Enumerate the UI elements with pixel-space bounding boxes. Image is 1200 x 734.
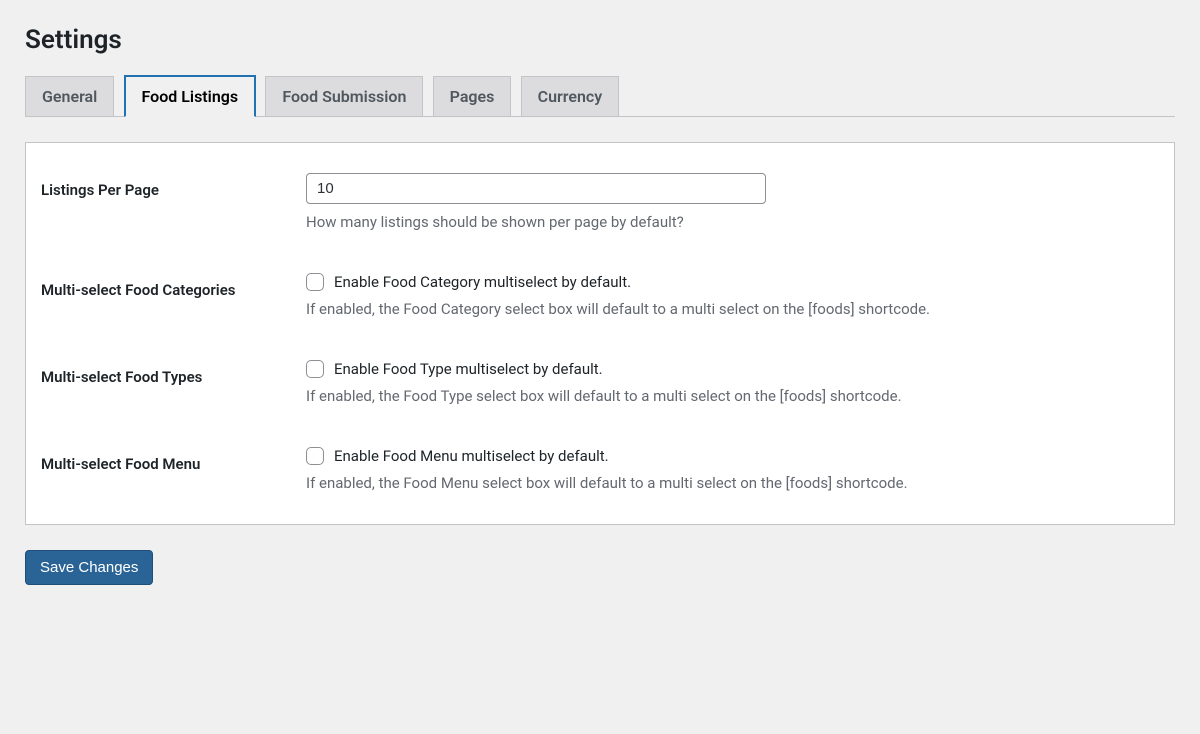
tab-food-submission[interactable]: Food Submission [265,76,423,116]
save-button[interactable]: Save Changes [25,550,153,585]
settings-form-table: Listings Per Page How many listings shou… [26,153,1174,514]
row-multi-select-categories: Multi-select Food Categories Enable Food… [26,253,1174,340]
description-multi-select-types: If enabled, the Food Type select box wil… [306,386,1159,407]
label-multi-select-types: Multi-select Food Types [26,340,306,427]
checkbox-label-multi-select-menu: Enable Food Menu multiselect by default. [334,447,609,465]
row-multi-select-types: Multi-select Food Types Enable Food Type… [26,340,1174,427]
row-listings-per-page: Listings Per Page How many listings shou… [26,153,1174,253]
checkbox-multi-select-types[interactable] [306,360,324,378]
input-listings-per-page[interactable] [306,173,766,204]
settings-page: Settings General Food Listings Food Subm… [0,0,1200,610]
tab-navigation: General Food Listings Food Submission Pa… [25,75,1175,117]
tab-pages[interactable]: Pages [433,76,512,116]
description-listings-per-page: How many listings should be shown per pa… [306,212,1159,233]
description-multi-select-menu: If enabled, the Food Menu select box wil… [306,473,1159,494]
label-listings-per-page: Listings Per Page [26,153,306,253]
settings-panel: Listings Per Page How many listings shou… [25,142,1175,525]
description-multi-select-categories: If enabled, the Food Category select box… [306,299,1159,320]
label-multi-select-categories: Multi-select Food Categories [26,253,306,340]
checkbox-label-multi-select-types: Enable Food Type multiselect by default. [334,360,603,378]
checkbox-multi-select-menu[interactable] [306,447,324,465]
row-multi-select-menu: Multi-select Food Menu Enable Food Menu … [26,427,1174,514]
tab-currency[interactable]: Currency [521,76,620,116]
checkbox-multi-select-categories[interactable] [306,273,324,291]
checkbox-label-multi-select-categories: Enable Food Category multiselect by defa… [334,273,631,291]
tab-food-listings[interactable]: Food Listings [124,75,257,117]
page-title: Settings [25,10,1175,55]
tab-general[interactable]: General [25,76,114,116]
label-multi-select-menu: Multi-select Food Menu [26,427,306,514]
